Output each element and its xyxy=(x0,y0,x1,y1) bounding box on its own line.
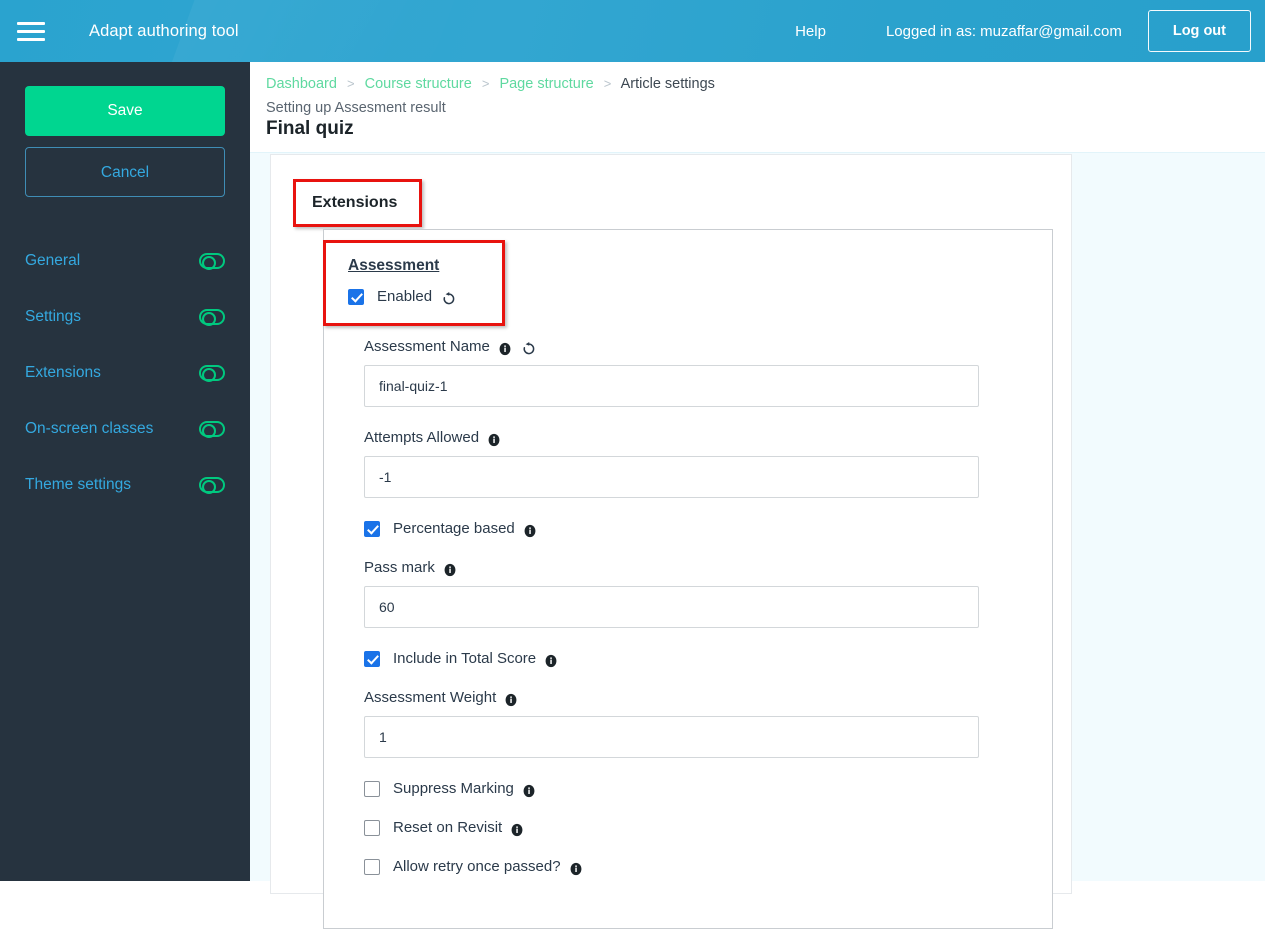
sidebar-item-label: Extensions xyxy=(25,364,101,381)
breadcrumb-item-course-structure[interactable]: Course structure xyxy=(365,76,472,92)
field-percentage-based: Percentage based xyxy=(364,520,979,537)
logged-in-status: Logged in as: muzaffar@gmail.com xyxy=(885,22,1122,40)
field-pass-mark: Pass mark xyxy=(364,559,979,628)
info-icon[interactable] xyxy=(487,433,501,447)
sidebar-item-on-screen-classes[interactable]: On-screen classes xyxy=(0,401,250,457)
breadcrumb: Dashboard > Course structure > Page stru… xyxy=(250,62,1265,92)
info-icon[interactable] xyxy=(504,693,518,707)
field-label-row: Assessment Name xyxy=(364,338,979,355)
reset-icon[interactable] xyxy=(521,341,536,356)
hamburger-icon[interactable] xyxy=(0,0,62,62)
main-content: Dashboard > Course structure > Page stru… xyxy=(250,62,1265,929)
attempts-allowed-input[interactable] xyxy=(364,456,979,498)
assessment-panel: Assessment Enabled Assessment Name final… xyxy=(323,229,1053,929)
info-icon[interactable] xyxy=(522,784,536,798)
sidebar-item-general[interactable]: General xyxy=(0,233,250,289)
breadcrumb-separator: > xyxy=(346,76,355,91)
pass-mark-input[interactable] xyxy=(364,586,979,628)
include-in-total-score-checkbox[interactable] xyxy=(364,650,380,667)
sidebar-item-extensions[interactable]: Extensions xyxy=(0,345,250,401)
field-label: Pass mark xyxy=(364,559,435,576)
info-icon[interactable] xyxy=(498,342,512,356)
info-icon[interactable] xyxy=(443,563,457,577)
field-label: Suppress Marking xyxy=(393,780,514,797)
settings-scroll-area[interactable]: Extensions Assessment Enabled Assessment… xyxy=(250,152,1265,929)
info-icon[interactable] xyxy=(544,654,558,668)
field-label: Include in Total Score xyxy=(393,650,537,667)
breadcrumb-separator: > xyxy=(603,76,612,91)
field-attempts-allowed: Attempts Allowed xyxy=(364,429,979,498)
field-label: Percentage based xyxy=(393,520,515,537)
sidebar-item-label: General xyxy=(25,252,81,269)
assessment-enabled-row: Enabled xyxy=(348,288,482,305)
breadcrumb-separator: > xyxy=(481,76,490,91)
field-label-row: Pass mark xyxy=(364,559,979,576)
assessment-name-input[interactable] xyxy=(364,365,979,407)
page-subtitle: Setting up Assesment result xyxy=(266,100,446,116)
suppress-marking-checkbox[interactable] xyxy=(364,780,380,797)
toggle-icon[interactable] xyxy=(199,477,225,494)
hamburger-bar xyxy=(17,29,45,33)
breadcrumb-item-current: Article settings xyxy=(620,76,715,92)
cancel-button[interactable]: Cancel xyxy=(25,147,225,197)
toggle-icon[interactable] xyxy=(199,309,225,326)
field-label-row: Assessment Weight xyxy=(364,689,979,706)
hamburger-bar xyxy=(17,21,45,25)
field-label: Assessment Name xyxy=(364,338,490,355)
field-label: Allow retry once passed? xyxy=(393,858,561,875)
field-reset-on-revisit: Reset on Revisit xyxy=(364,819,979,836)
sidebar: Save Cancel General Settings Extensions … xyxy=(0,62,250,881)
assessment-enabled-group: Assessment Enabled xyxy=(323,240,505,326)
extensions-heading: Extensions xyxy=(293,179,423,227)
toggle-icon[interactable] xyxy=(199,253,225,270)
reset-on-revisit-checkbox[interactable] xyxy=(364,819,380,836)
field-assessment-name: Assessment Name xyxy=(364,338,979,407)
sidebar-item-label: Theme settings xyxy=(25,476,131,493)
toggle-icon[interactable] xyxy=(199,365,225,382)
field-label: Reset on Revisit xyxy=(393,819,503,836)
percentage-based-checkbox[interactable] xyxy=(364,520,380,537)
field-allow-retry-once-passed: Allow retry once passed? xyxy=(364,858,979,875)
sidebar-item-label: Settings xyxy=(25,308,82,325)
allow-retry-once-passed-checkbox[interactable] xyxy=(364,858,380,875)
field-label: Attempts Allowed xyxy=(364,429,480,446)
logout-button[interactable]: Log out xyxy=(1147,10,1251,52)
page-title: Final quiz xyxy=(266,118,354,139)
field-label: Assessment Weight xyxy=(364,689,497,706)
sidebar-item-label: On-screen classes xyxy=(25,420,154,437)
breadcrumb-item-page-structure[interactable]: Page structure xyxy=(499,76,593,92)
assessment-fields: Assessment Name Att xyxy=(364,338,979,897)
app-title: Adapt authoring tool xyxy=(89,21,239,40)
help-link[interactable]: Help xyxy=(795,23,826,40)
reset-icon[interactable] xyxy=(441,291,456,306)
sidebar-item-settings[interactable]: Settings xyxy=(0,289,250,345)
info-icon[interactable] xyxy=(510,823,524,837)
field-label-row: Attempts Allowed xyxy=(364,429,979,446)
assessment-weight-input[interactable] xyxy=(364,716,979,758)
field-include-in-total-score: Include in Total Score xyxy=(364,650,979,667)
extensions-panel: Extensions Assessment Enabled Assessment… xyxy=(270,154,1072,929)
info-icon[interactable] xyxy=(523,524,537,538)
enabled-label: Enabled xyxy=(377,288,433,305)
field-suppress-marking: Suppress Marking xyxy=(364,780,979,797)
breadcrumb-item-dashboard[interactable]: Dashboard xyxy=(266,76,337,92)
enabled-checkbox[interactable] xyxy=(348,288,364,305)
sidebar-item-theme-settings[interactable]: Theme settings xyxy=(0,457,250,513)
assessment-title: Assessment xyxy=(348,257,440,274)
sidebar-nav: General Settings Extensions On-screen cl… xyxy=(0,233,250,513)
header-right-group: Help Logged in as: muzaffar@gmail.com Lo… xyxy=(795,10,1265,52)
app-header: Adapt authoring tool Help Logged in as: … xyxy=(0,0,1265,62)
field-assessment-weight: Assessment Weight xyxy=(364,689,979,758)
toggle-icon[interactable] xyxy=(199,421,225,438)
save-button[interactable]: Save xyxy=(25,86,225,136)
hamburger-bar xyxy=(17,37,45,41)
info-icon[interactable] xyxy=(569,862,583,876)
